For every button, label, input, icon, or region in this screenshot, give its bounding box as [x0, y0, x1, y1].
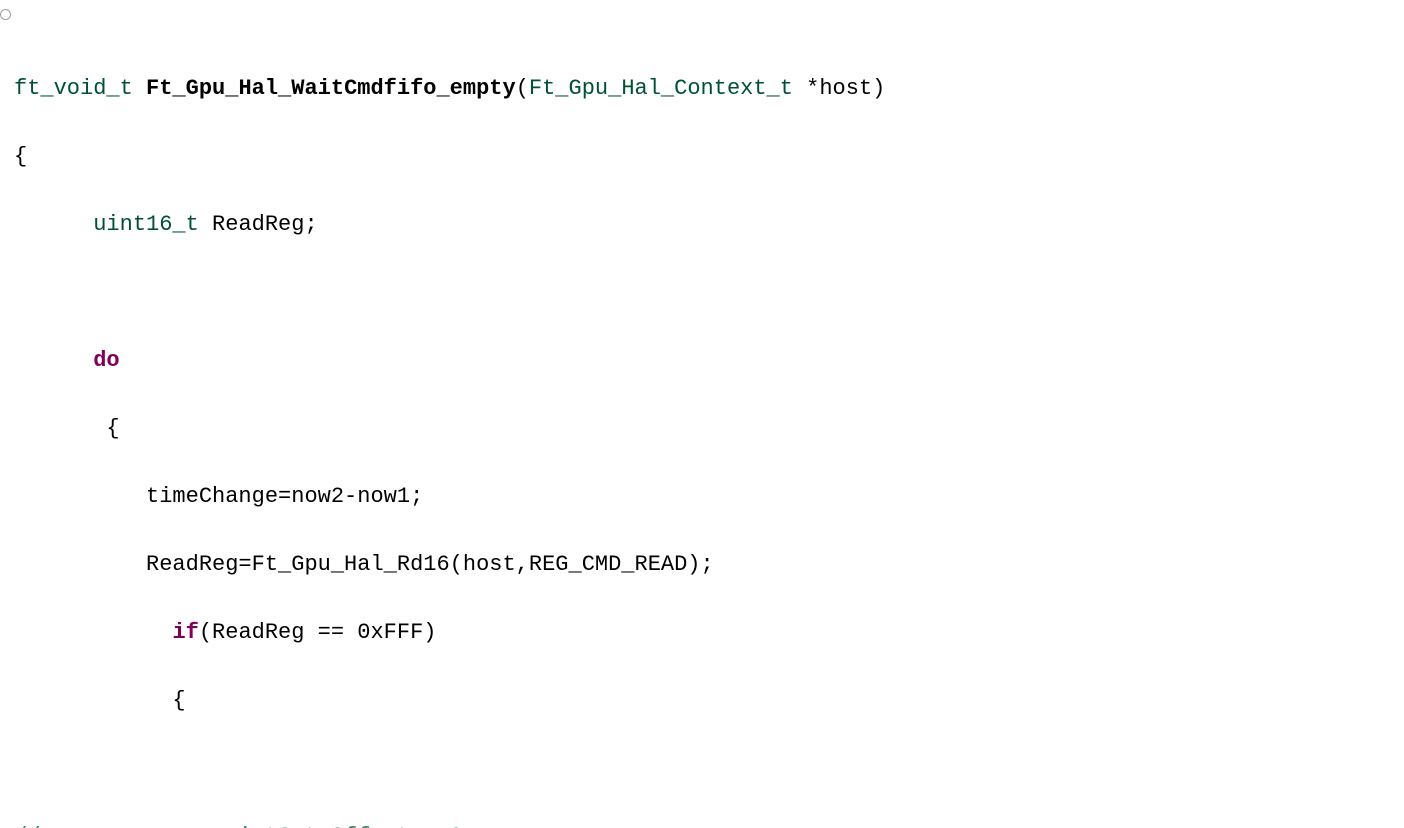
text	[14, 620, 172, 645]
code-line: {	[14, 684, 1404, 718]
text	[133, 76, 146, 101]
code-line: timeChange=now2-now1;	[14, 480, 1404, 514]
code-line: {	[14, 412, 1404, 446]
keyword-token: do	[93, 348, 119, 373]
text	[14, 348, 93, 373]
comment-token: uint8_t Offset = 0;	[225, 824, 476, 828]
text	[14, 212, 93, 237]
code-line: do	[14, 344, 1404, 378]
code-line: // uint8_t Offset = 0;	[14, 820, 1404, 828]
fold-marker-icon	[0, 9, 11, 20]
keyword-token: if	[172, 620, 198, 645]
text: ReadReg;	[199, 212, 318, 237]
code-line: if(ReadReg == 0xFFF)	[14, 616, 1404, 650]
code-line: ft_void_t Ft_Gpu_Hal_WaitCmdfifo_empty(F…	[14, 72, 1404, 106]
type-token: ft_void_t	[14, 76, 133, 101]
text: (ReadReg == 0xFFF)	[199, 620, 437, 645]
text: *host)	[793, 76, 885, 101]
function-name: Ft_Gpu_Hal_WaitCmdfifo_empty	[146, 76, 516, 101]
code-line	[14, 752, 1404, 786]
code-line: {	[14, 140, 1404, 174]
code-line: uint16_t ReadReg;	[14, 208, 1404, 242]
text: (	[516, 76, 529, 101]
type-token: uint16_t	[93, 212, 199, 237]
code-editor: ft_void_t Ft_Gpu_Hal_WaitCmdfifo_empty(F…	[0, 0, 1404, 828]
code-line	[14, 276, 1404, 310]
code-line: ReadReg=Ft_Gpu_Hal_Rd16(host,REG_CMD_REA…	[14, 548, 1404, 582]
comment-token: //	[14, 824, 225, 828]
type-token: Ft_Gpu_Hal_Context_t	[529, 76, 793, 101]
